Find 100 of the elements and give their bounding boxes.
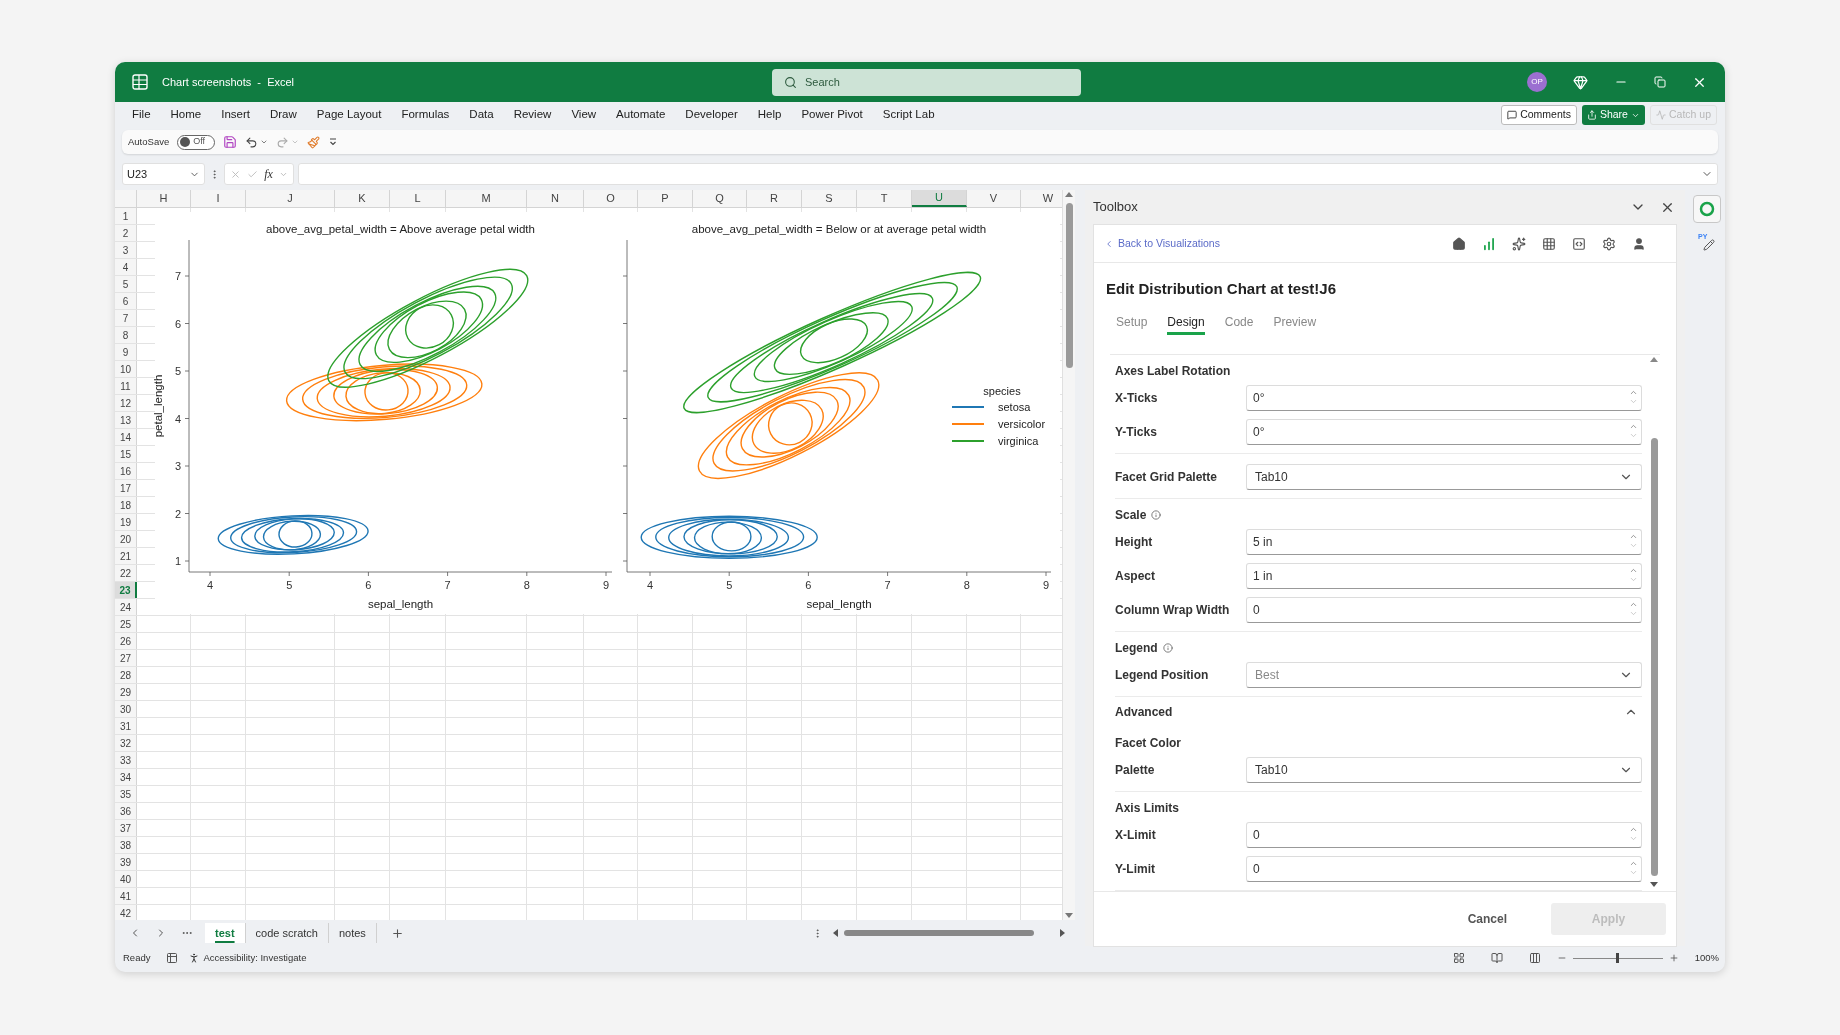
row-header[interactable]: 31: [115, 718, 137, 734]
column-header[interactable]: J: [246, 190, 335, 207]
row-header[interactable]: 1: [115, 208, 137, 224]
column-header[interactable]: H: [137, 190, 191, 207]
name-box[interactable]: U23: [122, 163, 205, 185]
dropdown[interactable]: Best: [1246, 662, 1642, 688]
customize-icon[interactable]: [328, 137, 339, 147]
number-field[interactable]: 0°: [1246, 419, 1642, 445]
tab[interactable]: Code: [1224, 309, 1254, 335]
grid-icon[interactable]: [1542, 236, 1556, 251]
row-header[interactable]: 28: [115, 667, 137, 683]
paintbrush-icon[interactable]: [307, 135, 321, 149]
insert-function-button[interactable]: fx: [264, 165, 273, 183]
user-icon[interactable]: [1632, 236, 1646, 251]
add-in-button[interactable]: [1693, 195, 1721, 223]
row-header[interactable]: 42: [115, 905, 137, 920]
row-header[interactable]: 38: [115, 837, 137, 853]
row-header[interactable]: 18: [115, 497, 137, 513]
code-icon[interactable]: [1572, 236, 1586, 251]
menu-item[interactable]: Data: [469, 106, 494, 124]
number-field[interactable]: 0°: [1246, 385, 1642, 411]
menu-item[interactable]: Page Layout: [316, 106, 382, 124]
caret-icon[interactable]: [260, 138, 269, 146]
info-icon[interactable]: [1151, 510, 1162, 520]
menu-item[interactable]: Draw: [270, 106, 297, 124]
row-header[interactable]: 41: [115, 888, 137, 904]
cancel-icon[interactable]: [230, 168, 242, 180]
increment-icon[interactable]: [1629, 859, 1638, 868]
row-header[interactable]: 23: [115, 582, 137, 598]
slider-thumb[interactable]: [1616, 953, 1620, 963]
tab[interactable]: Design: [1167, 309, 1205, 335]
formula-input[interactable]: [298, 163, 1718, 185]
home-icon[interactable]: [1452, 236, 1466, 251]
row-header[interactable]: 26: [115, 633, 137, 649]
dialog-button[interactable]: Cancel: [1459, 903, 1515, 935]
row-header[interactable]: 19: [115, 514, 137, 530]
zoom-slider[interactable]: [1572, 953, 1663, 963]
dropdown[interactable]: Tab10: [1246, 757, 1642, 783]
increment-icon[interactable]: [1629, 825, 1638, 834]
row-header[interactable]: 4: [115, 259, 137, 275]
save-icon[interactable]: [223, 135, 238, 149]
zoom-level[interactable]: 100%: [1694, 950, 1719, 966]
row-header[interactable]: 8: [115, 327, 137, 343]
number-field[interactable]: 0: [1246, 856, 1642, 882]
back-link[interactable]: Back to Visualizations: [1104, 235, 1220, 252]
row-header[interactable]: 11: [115, 378, 137, 394]
menu-item[interactable]: Power Pivot: [801, 106, 863, 124]
row-header[interactable]: 10: [115, 361, 137, 377]
menu-item[interactable]: Automate: [616, 106, 666, 124]
caret-icon[interactable]: [291, 138, 300, 146]
menu-item[interactable]: Developer: [685, 106, 738, 124]
row-header[interactable]: 15: [115, 446, 137, 462]
column-header[interactable]: I: [191, 190, 246, 207]
column-header[interactable]: Q: [693, 190, 747, 207]
increment-icon[interactable]: [1629, 532, 1638, 541]
row-header[interactable]: 7: [115, 310, 137, 326]
menu-item[interactable]: File: [132, 106, 151, 124]
number-field[interactable]: 0: [1246, 597, 1642, 623]
row-header[interactable]: 39: [115, 854, 137, 870]
share-button[interactable]: Share: [1581, 105, 1645, 125]
page-break-icon[interactable]: [1528, 952, 1541, 964]
sheet-statistics-icon[interactable]: [166, 952, 179, 964]
row-header[interactable]: 33: [115, 752, 137, 768]
row-header[interactable]: 30: [115, 701, 137, 717]
increment-icon[interactable]: [1629, 388, 1638, 397]
row-header[interactable]: 14: [115, 429, 137, 445]
sheet-tab[interactable]: code scratch: [245, 923, 329, 943]
number-field[interactable]: 1 in: [1246, 563, 1642, 589]
sheet-tab[interactable]: notes: [328, 923, 377, 943]
column-header[interactable]: K: [335, 190, 390, 207]
column-header[interactable]: V: [967, 190, 1021, 207]
info-icon[interactable]: [1162, 643, 1173, 653]
menu-item[interactable]: View: [571, 106, 597, 124]
row-header[interactable]: 36: [115, 803, 137, 819]
row-header[interactable]: 34: [115, 769, 137, 785]
column-header[interactable]: L: [390, 190, 446, 207]
menu-item[interactable]: Script Lab: [882, 106, 935, 124]
number-field[interactable]: 0: [1246, 822, 1642, 848]
restore-icon[interactable]: [1654, 76, 1666, 88]
column-header[interactable]: U: [912, 190, 967, 207]
normal-view-icon[interactable]: [1452, 952, 1465, 964]
settings-icon[interactable]: [1602, 236, 1616, 251]
menu-item[interactable]: Insert: [221, 106, 250, 124]
row-header[interactable]: 27: [115, 650, 137, 666]
tab[interactable]: Preview: [1273, 309, 1317, 335]
column-header[interactable]: R: [747, 190, 802, 207]
autosave-toggle[interactable]: Off: [177, 134, 216, 150]
increment-icon[interactable]: [1629, 600, 1638, 609]
row-header[interactable]: 13: [115, 412, 137, 428]
row-header[interactable]: 37: [115, 820, 137, 836]
number-field[interactable]: 5 in: [1246, 529, 1642, 555]
zoom-in-icon[interactable]: [1668, 953, 1679, 963]
row-header[interactable]: 32: [115, 735, 137, 751]
sheet-tab[interactable]: test: [205, 923, 246, 943]
column-header[interactable]: N: [527, 190, 584, 207]
column-header[interactable]: S: [802, 190, 857, 207]
row-header[interactable]: 25: [115, 616, 137, 632]
row-header[interactable]: 9: [115, 344, 137, 360]
row-header[interactable]: 29: [115, 684, 137, 700]
row-header[interactable]: 40: [115, 871, 137, 887]
